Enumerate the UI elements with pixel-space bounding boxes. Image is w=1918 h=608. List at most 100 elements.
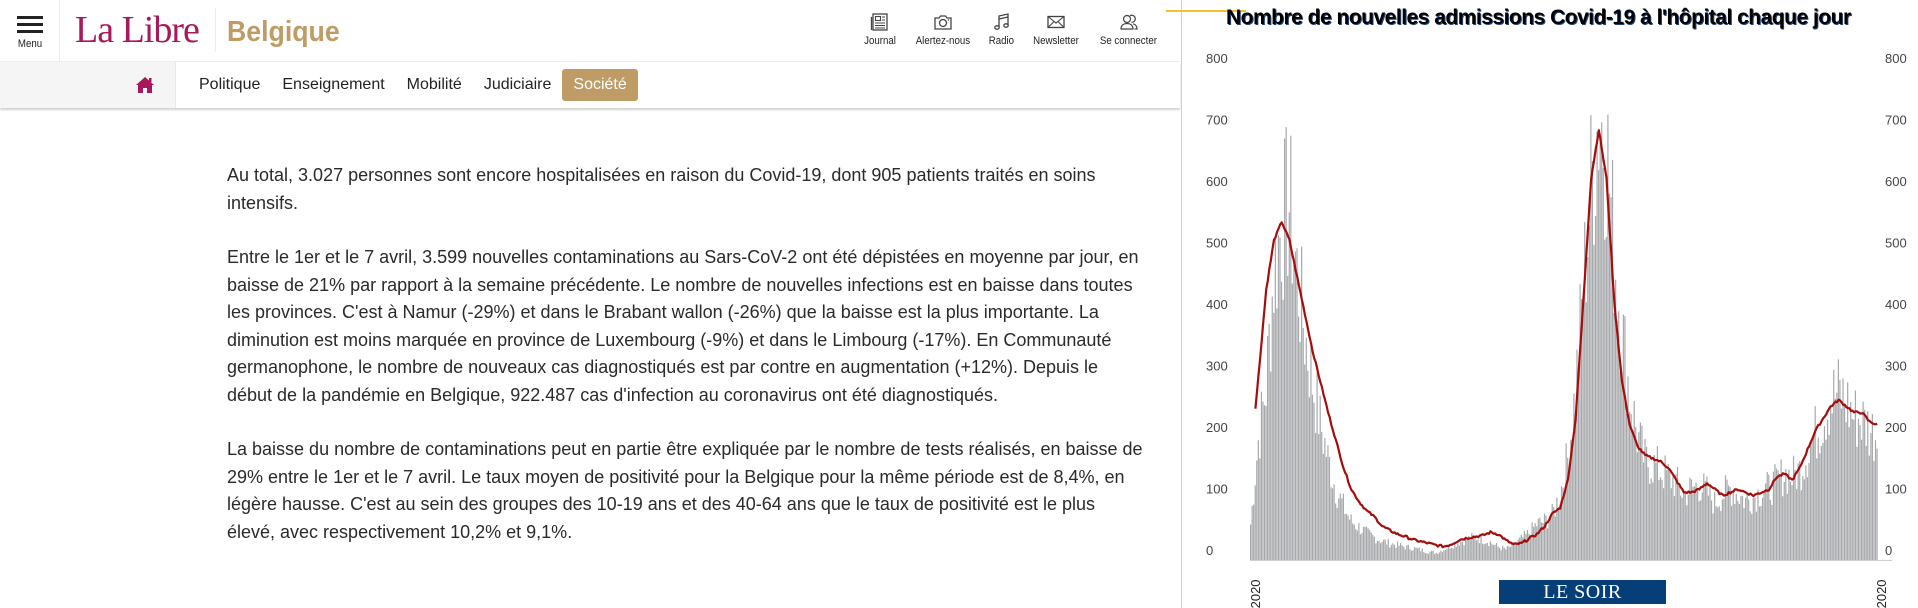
daily-bar (1466, 539, 1468, 560)
menu-button[interactable]: Menu (0, 0, 60, 61)
daily-bar (1280, 281, 1283, 560)
daily-bar (1687, 494, 1689, 560)
daily-bar (1797, 463, 1799, 560)
daily-bar (1796, 488, 1798, 560)
daily-bar (1500, 550, 1502, 560)
nav-item-enseignement[interactable]: Enseignement (271, 69, 395, 101)
daily-bar (1400, 543, 1402, 560)
y-tick-label-left: 600 (1206, 174, 1228, 189)
daily-bar (1709, 484, 1711, 560)
daily-bar (1469, 540, 1471, 560)
nav-item-societe[interactable]: Société (562, 69, 638, 101)
daily-bar (1658, 479, 1660, 560)
daily-bar (1707, 495, 1710, 560)
daily-bar (1418, 547, 1420, 560)
daily-bar (1472, 535, 1474, 560)
daily-bar (1287, 275, 1289, 560)
daily-bar (1407, 544, 1409, 560)
daily-bar (1794, 469, 1796, 560)
y-tick-label-left: 0 (1206, 543, 1213, 558)
daily-bar (1604, 239, 1606, 560)
daily-bar (1714, 492, 1716, 560)
daily-bar (1250, 524, 1252, 560)
alert-label: Alertez-nous (915, 35, 970, 47)
daily-bar (1653, 454, 1655, 560)
daily-bar (1594, 215, 1597, 560)
daily-bar (1420, 551, 1422, 560)
daily-bar (1867, 411, 1869, 560)
daily-bar (1587, 257, 1589, 560)
daily-bar (1277, 235, 1280, 560)
daily-bar (1485, 543, 1487, 560)
daily-bar (1440, 550, 1442, 560)
daily-bar (1324, 438, 1326, 560)
daily-bar (1602, 168, 1604, 560)
daily-bar (1327, 445, 1329, 560)
daily-bar (1851, 419, 1853, 560)
section-nav: Politique Enseignement Mobilité Judiciai… (0, 62, 1180, 108)
daily-bar (1447, 544, 1450, 560)
section-title[interactable]: Belgique (227, 16, 340, 49)
nav-item-mobilite[interactable]: Mobilité (396, 69, 473, 101)
daily-bar (1392, 543, 1394, 560)
daily-bar (1260, 391, 1263, 560)
daily-bar (1839, 380, 1841, 560)
daily-bar (1830, 406, 1832, 560)
daily-bar (1574, 416, 1577, 560)
nav-item-judiciaire[interactable]: Judiciaire (473, 69, 563, 101)
daily-bar (1437, 553, 1439, 560)
daily-bar (1853, 419, 1855, 560)
daily-bar (1372, 534, 1374, 560)
nav-item-politique[interactable]: Politique (188, 69, 271, 101)
daily-bar (1720, 510, 1722, 560)
journal-button[interactable]: Journal (855, 12, 905, 47)
daily-bar (1763, 492, 1765, 560)
daily-bar (1539, 517, 1541, 560)
daily-bar (1526, 530, 1529, 560)
daily-bar (1726, 479, 1728, 560)
daily-bar (1452, 548, 1454, 560)
daily-bar (1390, 544, 1392, 560)
daily-bar (1803, 479, 1805, 560)
y-tick-label-left: 400 (1206, 297, 1228, 312)
daily-bar (1310, 345, 1312, 560)
radio-button[interactable]: Radio (980, 12, 1023, 47)
envelope-icon (1047, 15, 1065, 29)
daily-bar (1673, 496, 1676, 560)
daily-bar (1495, 543, 1498, 560)
site-logo[interactable]: La Libre (75, 8, 216, 52)
alert-button[interactable]: Alertez-nous (905, 12, 981, 47)
daily-bar (1328, 457, 1331, 560)
daily-bar (1723, 498, 1725, 560)
daily-bar (1262, 401, 1264, 560)
daily-bar (1316, 372, 1318, 560)
daily-bar (1477, 539, 1479, 560)
daily-bar (1850, 402, 1852, 560)
daily-bar (1265, 406, 1267, 560)
y-tick-label-right: 500 (1885, 236, 1907, 251)
login-button[interactable]: Se connecter (1089, 12, 1168, 47)
daily-bar (1393, 544, 1396, 560)
daily-bar (1588, 225, 1590, 560)
home-button[interactable] (0, 62, 176, 108)
daily-bar (1717, 507, 1719, 560)
daily-bar (1483, 544, 1485, 560)
daily-bar (1421, 548, 1423, 560)
daily-bar (1775, 468, 1778, 560)
daily-bar (1311, 394, 1314, 560)
daily-bar (1548, 520, 1550, 560)
daily-bar (1680, 495, 1682, 560)
daily-bar (1424, 553, 1426, 560)
daily-bar (1284, 138, 1286, 560)
y-tick-label-right: 200 (1885, 420, 1907, 435)
daily-bar (1641, 425, 1643, 560)
daily-bar (1279, 237, 1281, 560)
daily-bar (1486, 542, 1488, 560)
daily-bar (1435, 552, 1437, 560)
daily-bar (1271, 296, 1273, 560)
daily-bar (1352, 523, 1354, 560)
le-soir-logo[interactable]: LE SOIR (1499, 580, 1666, 604)
newsletter-button[interactable]: Newsletter (1023, 12, 1089, 47)
daily-bar (1344, 513, 1346, 560)
daily-bar (1451, 547, 1453, 560)
